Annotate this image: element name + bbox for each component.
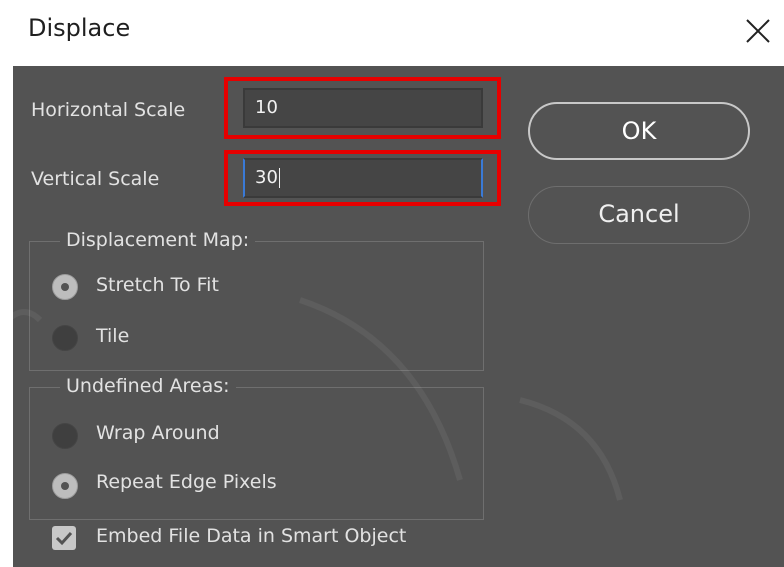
undefined-areas-group xyxy=(29,387,484,520)
tile-label[interactable]: Tile xyxy=(96,325,129,347)
displacement-map-legend: Displacement Map: xyxy=(60,229,256,251)
repeat-edge-pixels-label[interactable]: Repeat Edge Pixels xyxy=(96,471,277,493)
vertical-scale-label: Vertical Scale xyxy=(31,168,160,190)
vertical-scale-highlight xyxy=(224,150,501,206)
horizontal-scale-highlight xyxy=(224,77,501,139)
close-icon[interactable] xyxy=(744,17,772,45)
dialog-body: Horizontal Scale 10 Vertical Scale 30 OK… xyxy=(13,66,784,567)
horizontal-scale-label: Horizontal Scale xyxy=(31,99,186,121)
undefined-areas-legend: Undefined Areas: xyxy=(60,375,236,397)
displacement-map-group xyxy=(29,241,484,371)
wrap-around-radio[interactable] xyxy=(52,423,78,449)
stretch-to-fit-label[interactable]: Stretch To Fit xyxy=(96,274,219,296)
ok-button[interactable]: OK xyxy=(528,102,750,160)
repeat-edge-pixels-radio[interactable] xyxy=(52,473,78,499)
tile-radio[interactable] xyxy=(52,325,78,351)
checkmark-icon xyxy=(55,531,73,546)
stretch-to-fit-radio[interactable] xyxy=(52,274,78,300)
embed-file-data-checkbox[interactable] xyxy=(52,526,76,550)
embed-file-data-label[interactable]: Embed File Data in Smart Object xyxy=(96,525,406,547)
dialog-title: Displace xyxy=(28,14,131,42)
wrap-around-label[interactable]: Wrap Around xyxy=(96,422,220,444)
title-bar: Displace xyxy=(0,0,784,66)
cancel-button[interactable]: Cancel xyxy=(528,186,750,244)
